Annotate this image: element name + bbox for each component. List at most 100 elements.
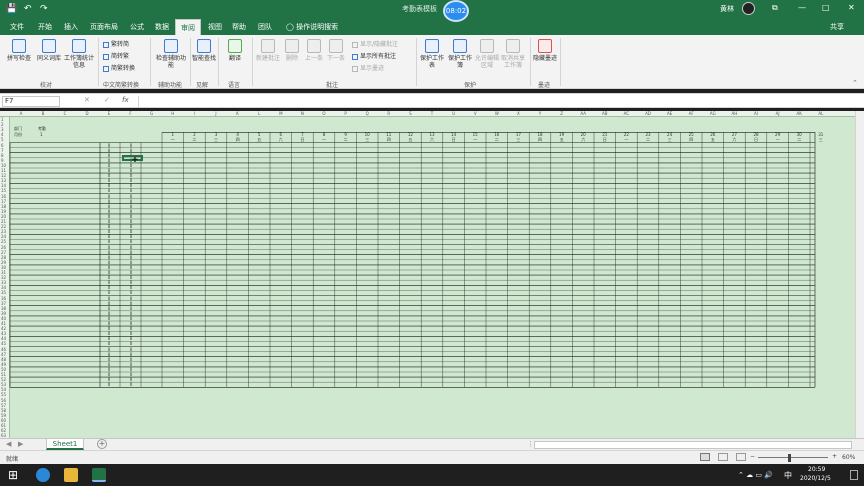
weekday-cell[interactable]: 日 (745, 137, 767, 142)
weekday-cell[interactable]: 五 (248, 137, 270, 142)
sheet-tab-sheet1[interactable]: Sheet1 (46, 439, 84, 450)
allow-edit-ranges-button[interactable]: 允许编辑区域 (474, 39, 500, 69)
weekday-cell[interactable]: 二 (486, 137, 508, 142)
more-options-icon[interactable]: ⋮ (527, 440, 534, 448)
maximize-button[interactable]: □ (822, 3, 830, 12)
tab-insert[interactable]: 插入 (64, 22, 78, 32)
weekday-cell[interactable]: 二 (637, 137, 659, 142)
undo-icon[interactable]: ↶ (24, 3, 32, 15)
insert-function-icon[interactable]: fx (122, 96, 129, 104)
weekday-cell[interactable]: 六 (724, 137, 746, 142)
smart-lookup-button[interactable]: 智能查找 (192, 39, 216, 62)
weekday-cell[interactable]: 三 (659, 137, 681, 142)
notification-icon[interactable] (850, 470, 858, 480)
ime-indicator[interactable]: 中 (784, 470, 792, 481)
tab-view[interactable]: 视图 (208, 22, 222, 32)
weekday-cell[interactable]: 四 (680, 137, 702, 142)
system-tray-icons[interactable]: ⌃ ☁ ▭ 🔊 (738, 471, 773, 479)
new-comment-button[interactable]: 新建批注 (255, 39, 281, 62)
weekday-cell[interactable]: 五 (702, 137, 724, 142)
formula-input[interactable] (138, 96, 854, 107)
weekday-cell[interactable]: 日 (594, 137, 616, 142)
weekday-cell[interactable]: 一 (313, 137, 335, 142)
spelling-button[interactable]: 拼写检查 (4, 39, 34, 62)
weekday-cell[interactable]: 日 (443, 137, 465, 142)
next-comment-button[interactable]: 下一条 (325, 39, 347, 62)
zoom-level[interactable]: 60% (842, 454, 855, 461)
weekday-cell[interactable]: 六 (421, 137, 443, 142)
page-break-view-icon[interactable] (736, 453, 746, 461)
add-sheet-button[interactable]: + (97, 439, 107, 449)
thesaurus-button[interactable]: 同义词库 (34, 39, 64, 62)
previous-comment-button[interactable]: 上一条 (303, 39, 325, 62)
check-accessibility-button[interactable]: 检查辅助功能 (154, 39, 188, 69)
weekday-cell[interactable]: 三 (356, 137, 378, 142)
tab-help[interactable]: 帮助 (232, 22, 246, 32)
cancel-icon[interactable]: ✕ (84, 96, 90, 104)
minimize-button[interactable]: — (798, 3, 806, 12)
weekday-cell[interactable]: 一 (162, 137, 184, 142)
name-box[interactable]: F7 (2, 96, 60, 107)
close-button[interactable]: ✕ (848, 3, 855, 12)
workbook-stats-button[interactable]: 工作簿统计信息 (64, 39, 94, 69)
hide-ink-button[interactable]: 隐藏墨迹 (532, 39, 558, 62)
weekday-cell[interactable]: 四 (227, 137, 249, 142)
normal-view-icon[interactable] (700, 453, 710, 461)
unshare-workbook-button[interactable]: 取消共享工作簿 (500, 39, 526, 69)
worksheet-grid[interactable]: A B C D E F G H I J K L M N O P Q R S T U V W X Y Z AA AB AC AD AE AF AG… (0, 111, 855, 438)
weekday-cell[interactable]: 六 (572, 137, 594, 142)
zoom-out-button[interactable]: − (750, 453, 755, 460)
value-cell[interactable]: 0 (120, 382, 142, 387)
tab-file[interactable]: 文件 (10, 22, 24, 32)
share-button[interactable]: 共享 (830, 22, 844, 32)
zoom-slider[interactable] (758, 457, 828, 458)
value-cell[interactable]: 0 (98, 382, 120, 387)
prev-sheet-icon[interactable]: ◀ (6, 440, 11, 448)
show-hide-comment-button[interactable]: 显示/隐藏批注 (352, 41, 398, 48)
tab-review[interactable]: 审阅 (175, 19, 201, 35)
weekday-cell[interactable]: 一 (616, 137, 638, 142)
horizontal-scrollbar[interactable] (534, 441, 852, 449)
weekday-cell[interactable]: 四 (529, 137, 551, 142)
weekday-cell[interactable]: 三 (508, 137, 530, 142)
weekday-cell[interactable]: 二 (788, 137, 810, 142)
weekday-cell[interactable]: 四 (378, 137, 400, 142)
show-all-comments-button[interactable]: 显示所有批注 (352, 53, 396, 60)
delete-comment-button[interactable]: 删除 (281, 39, 303, 62)
weekday-cell[interactable]: 六 (270, 137, 292, 142)
account-name[interactable]: 黄林 (720, 4, 734, 14)
protect-sheet-button[interactable]: 保护工作表 (418, 39, 446, 69)
avatar[interactable] (742, 2, 755, 15)
excel-app-icon[interactable] (92, 468, 106, 482)
show-ink-button[interactable]: 显示墨迹 (352, 65, 384, 72)
weekday-cell[interactable]: 日 (292, 137, 314, 142)
to-simplified-button[interactable]: 简转繁 (103, 53, 129, 60)
zoom-slider-thumb[interactable] (788, 454, 791, 462)
weekday-cell[interactable]: 二 (335, 137, 357, 142)
weekday-cell[interactable]: 一 (464, 137, 486, 142)
tab-home[interactable]: 开始 (38, 22, 52, 32)
weekday-cell[interactable]: 二 (184, 137, 206, 142)
to-traditional-button[interactable]: 繁转简 (103, 41, 129, 48)
chinese-convert-button[interactable]: 简繁转换 (103, 65, 135, 72)
next-sheet-icon[interactable]: ▶ (18, 440, 23, 448)
weekday-cell[interactable]: 三 (205, 137, 227, 142)
windows-start-icon[interactable]: ⊞ (8, 468, 22, 482)
weekday-cell[interactable]: 一 (767, 137, 789, 142)
collapse-ribbon-icon[interactable]: ⌃ (852, 79, 858, 87)
tab-page-layout[interactable]: 页面布局 (90, 22, 118, 32)
weekday-cell[interactable]: 五 (551, 137, 573, 142)
tab-team[interactable]: 团队 (258, 22, 272, 32)
weekday-cell[interactable]: 五 (400, 137, 422, 142)
enter-icon[interactable]: ✓ (104, 96, 110, 104)
ribbon-display-icon[interactable]: ⧉ (772, 3, 778, 13)
translate-button[interactable]: 翻译 (222, 39, 248, 62)
vertical-scrollbar[interactable] (855, 111, 864, 438)
protect-workbook-button[interactable]: 保护工作簿 (446, 39, 474, 69)
page-layout-view-icon[interactable] (718, 453, 728, 461)
tab-formulas[interactable]: 公式 (130, 22, 144, 32)
file-explorer-icon[interactable] (64, 468, 78, 482)
save-icon[interactable]: 💾 (6, 3, 17, 15)
edge-browser-icon[interactable] (36, 468, 50, 482)
weekday-cell[interactable]: 三 (810, 137, 832, 142)
